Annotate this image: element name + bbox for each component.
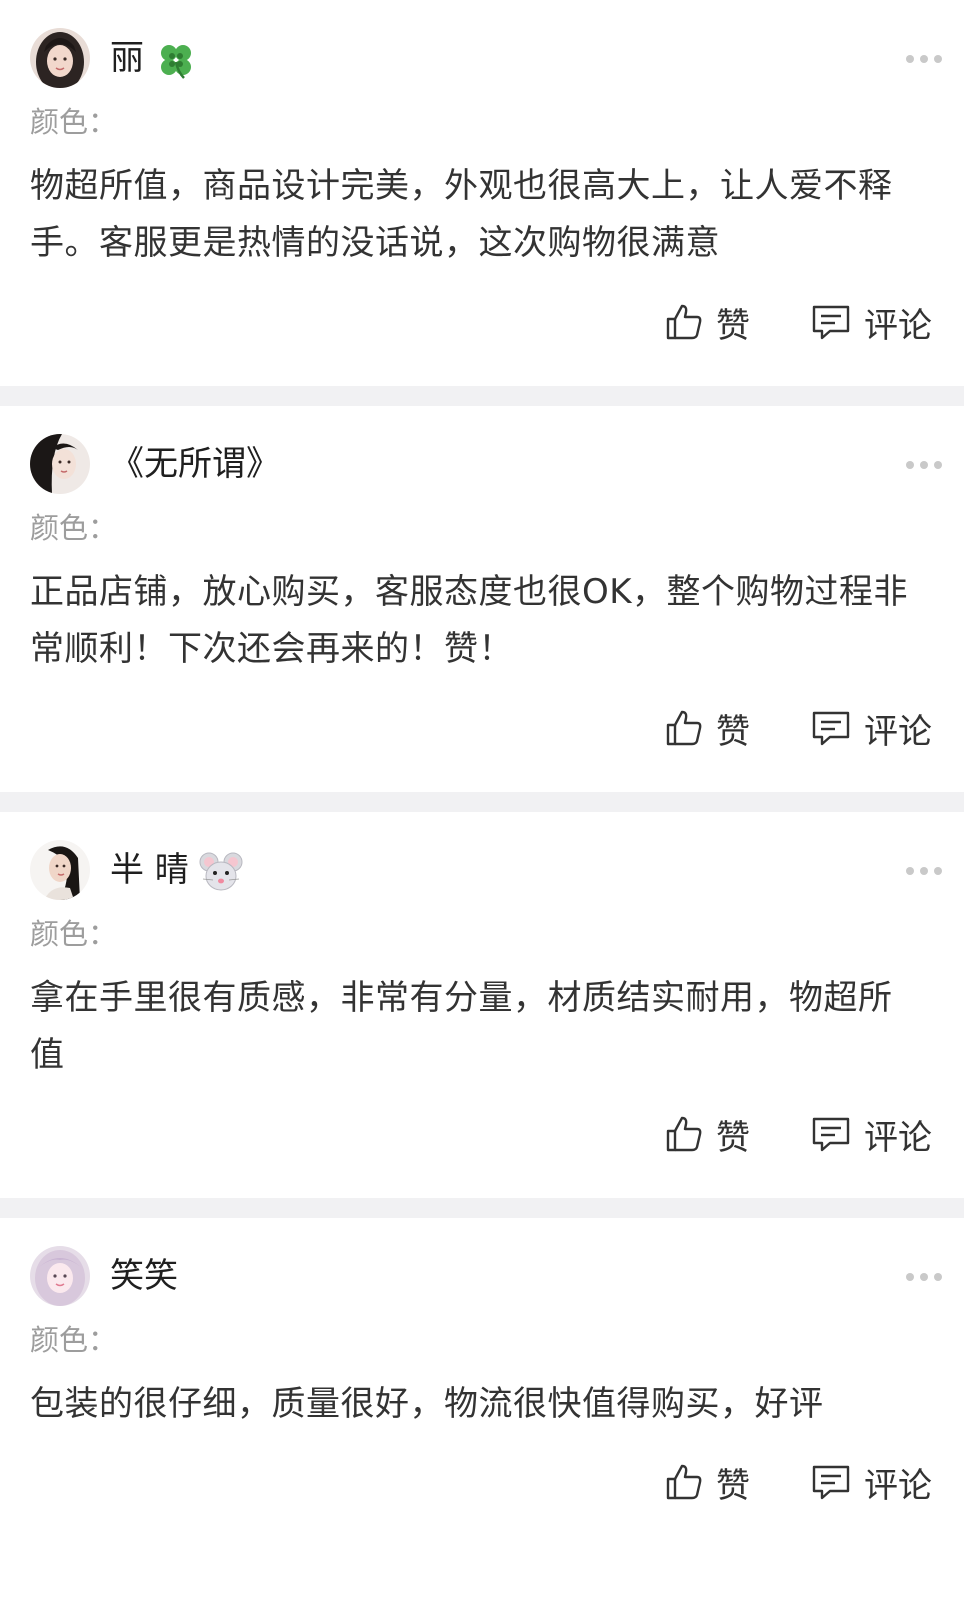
- color-label: 颜色：: [30, 1323, 118, 1357]
- review-content: 正品店铺，放心购买，客服态度也很OK，整个购物过程非常顺利！下次还会再来的！赞！: [30, 572, 909, 669]
- username-text: 丽: [110, 38, 144, 78]
- username[interactable]: 丽: [110, 34, 198, 82]
- color-label: 颜色：: [30, 511, 118, 545]
- comment-icon: [812, 1465, 850, 1500]
- username-text: 笑笑: [110, 1256, 178, 1296]
- comment-icon: [812, 1117, 850, 1152]
- thumbs-up-icon: [666, 710, 702, 746]
- avatar[interactable]: [30, 434, 90, 494]
- more-dots-icon[interactable]: [906, 54, 942, 64]
- comment-icon: [812, 305, 850, 340]
- username[interactable]: 半 晴: [110, 846, 243, 894]
- like-label: 赞: [716, 1117, 750, 1158]
- like-button[interactable]: 赞: [664, 706, 750, 752]
- avatar[interactable]: [30, 1246, 90, 1306]
- comment-button[interactable]: 评论: [810, 1112, 932, 1158]
- separator: [0, 1198, 964, 1218]
- like-button[interactable]: 赞: [664, 1460, 750, 1506]
- color-label: 颜色：: [30, 105, 118, 139]
- more-dots-icon[interactable]: [906, 1272, 942, 1282]
- username-text: 半 晴: [110, 850, 189, 890]
- comment-button[interactable]: 评论: [810, 706, 932, 752]
- username[interactable]: 《无所谓》: [110, 440, 280, 488]
- avatar[interactable]: [30, 28, 90, 88]
- like-button[interactable]: 赞: [664, 1112, 750, 1158]
- thumbs-up-icon: [666, 304, 702, 340]
- review-card: 《无所谓》 颜色： 正品店铺，放心购买，客服态度也很OK，整个购物过程非常顺利！…: [0, 406, 964, 792]
- color-label: 颜色：: [30, 917, 118, 951]
- separator: [0, 792, 964, 812]
- mouse-face-icon: [199, 850, 243, 894]
- comment-label: 评论: [864, 1117, 932, 1158]
- review-card: 丽 颜色： 物超所值，商品设计完美，外观也很高大上，让人爱不释手。客服更是热情的…: [0, 0, 964, 386]
- comment-label: 评论: [864, 711, 932, 752]
- username-text: 《无所谓》: [110, 444, 280, 484]
- like-label: 赞: [716, 305, 750, 346]
- comment-button[interactable]: 评论: [810, 300, 932, 346]
- username[interactable]: 笑笑: [110, 1252, 178, 1300]
- review-content: 物超所值，商品设计完美，外观也很高大上，让人爱不释手。客服更是热情的没话说，这次…: [30, 166, 893, 263]
- more-dots-icon[interactable]: [906, 460, 942, 470]
- like-label: 赞: [716, 711, 750, 752]
- thumbs-up-icon: [666, 1464, 702, 1500]
- like-label: 赞: [716, 1465, 750, 1506]
- thumbs-up-icon: [666, 1116, 702, 1152]
- comment-button[interactable]: 评论: [810, 1460, 932, 1506]
- comment-label: 评论: [864, 305, 932, 346]
- comment-icon: [812, 711, 850, 746]
- separator: [0, 386, 964, 406]
- like-button[interactable]: 赞: [664, 300, 750, 346]
- more-dots-icon[interactable]: [906, 866, 942, 876]
- four-leaf-clover-icon: [154, 38, 198, 82]
- review-card: 笑笑 颜色： 包装的很仔细，质量很好，物流很快值得购买，好评 赞 评论: [0, 1218, 964, 1604]
- review-content: 包装的很仔细，质量很好，物流很快值得购买，好评: [30, 1384, 824, 1424]
- avatar[interactable]: [30, 840, 90, 900]
- comment-label: 评论: [864, 1465, 932, 1506]
- review-card: 半 晴 颜色： 拿在手里很有质感，非常有分量，材质结实耐用，物超所值 赞 评论: [0, 812, 964, 1198]
- review-content: 拿在手里很有质感，非常有分量，材质结实耐用，物超所值: [30, 978, 893, 1075]
